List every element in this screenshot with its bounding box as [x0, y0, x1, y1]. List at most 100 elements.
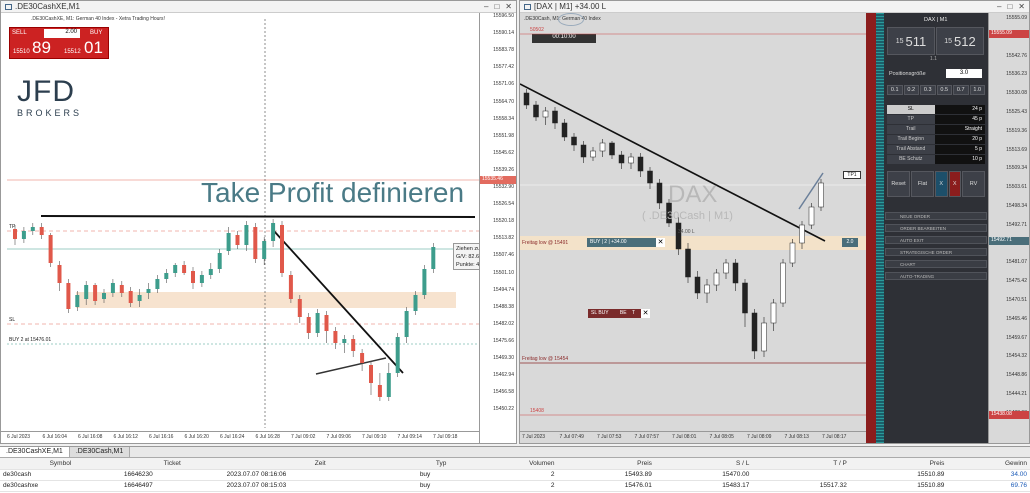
candle-body [119, 285, 124, 293]
position-box[interactable]: BUY | 2 | +34.00 [587, 238, 661, 247]
position-right-tag: 2.0 [842, 238, 858, 247]
chart-plot-win2 [520, 33, 866, 416]
table-cell: de30cashxe [0, 480, 121, 492]
column-header[interactable]: Gewinn [947, 458, 1030, 470]
column-header[interactable]: S / L [654, 458, 753, 470]
maximize-icon[interactable]: □ [494, 2, 499, 11]
param-value[interactable]: 10 p [934, 155, 985, 164]
y-tick-label: 15494.74 [493, 286, 514, 293]
column-header[interactable]: Ticket [120, 458, 224, 470]
candle-body [173, 265, 178, 273]
candle-body [628, 156, 634, 164]
lot-preset-button[interactable]: 0.3 [920, 85, 936, 95]
x-tick-label: 7 Jul 09:10 [362, 434, 387, 440]
panel-menu-item[interactable]: NEUE ORDER [885, 212, 987, 220]
t-button[interactable]: T [632, 310, 635, 316]
sl-box[interactable]: SL BUY BE T [588, 309, 646, 318]
maximize-icon[interactable]: □ [1007, 2, 1012, 11]
lot-preset-button[interactable]: 1.0 [969, 85, 985, 95]
ytag-blue: 15492.71 [989, 237, 1029, 245]
y-tick-label: 15498.34 [1006, 203, 1027, 209]
param-value[interactable]: 5 p [934, 145, 985, 154]
panel-menu-item[interactable]: CHART [885, 260, 987, 268]
minimize-icon[interactable]: – [997, 2, 1001, 11]
table-cell: 16646230 [120, 469, 224, 481]
param-value[interactable]: Straight [934, 125, 985, 134]
window-titlebar[interactable]: .DE30CashXE,M1 – □ ✕ [1, 1, 516, 13]
price-tag: 15535.46 [480, 176, 516, 184]
y-tick-label: 15520.18 [493, 218, 514, 225]
bid-button[interactable]: 15 511 [887, 27, 935, 55]
panel-action-button[interactable]: X [948, 171, 961, 197]
panel-action-button[interactable]: Reset [887, 171, 910, 197]
y-axis-win2[interactable]: 15555.0915549.0615542.7615536.2315530.08… [988, 13, 1029, 443]
be-button[interactable]: BE [620, 310, 627, 316]
table-cell: 16646497 [120, 480, 224, 492]
buy-line-label: BUY 2 at 15476.01 [9, 337, 52, 343]
column-header[interactable]: Preis [557, 458, 655, 470]
tab-de30cashxe[interactable]: .DE30CashXE,M1 [0, 447, 70, 457]
chart-canvas[interactable]: .DE30CashXE, M1: German 40 Index - Xetra… [1, 13, 516, 443]
table-cell: 34.00 [947, 469, 1030, 481]
table-cell: 15483.17 [654, 480, 753, 492]
lot-preset-button[interactable]: 0.5 [936, 85, 952, 95]
column-header[interactable]: Preis [849, 458, 948, 470]
panel-action-button[interactable]: X [935, 171, 948, 197]
x-tick-label: 7 Jul 08:13 [784, 434, 809, 440]
lot-preset-button[interactable]: 0.2 [903, 85, 919, 95]
panel-action-button[interactable]: RV [962, 171, 985, 197]
y-axis-win1[interactable]: 15596.50 15590.14 15583.78 15577.42 15571.06… [479, 13, 516, 443]
close-sl-icon[interactable]: ✕ [641, 309, 650, 318]
day-low-label: Freitag low @ 15491 [522, 240, 569, 246]
candle-body [280, 225, 284, 273]
x-tick-label: 7 Jul 07:57 [634, 434, 659, 440]
app-root: .DE30CashXE,M1 – □ ✕ .DE30CashXE, M1: Germ… [0, 0, 1030, 493]
ask-button[interactable]: 15 512 [936, 27, 984, 55]
tp-tag[interactable]: TP1 [843, 171, 861, 179]
close-position-icon[interactable]: ✕ [656, 238, 665, 247]
size-input[interactable]: 3.0 [946, 69, 982, 78]
column-header[interactable]: T / P [752, 458, 850, 470]
bid-big: 511 [905, 33, 927, 49]
candle-body [57, 265, 62, 283]
y-tick-label: 15596.50 [493, 13, 514, 19]
lot-preset-button[interactable]: 0.7 [953, 85, 969, 95]
candle-body [609, 142, 615, 156]
x-tick-label: 6 Jul 16:24 [220, 434, 245, 440]
panel-action-button[interactable]: Flat [911, 171, 934, 197]
candle-body [647, 170, 653, 184]
close-icon[interactable]: ✕ [1018, 2, 1025, 11]
param-value[interactable]: 20 p [934, 135, 985, 144]
param-value[interactable]: 24 p [934, 105, 985, 114]
watermark-dax: DAX [668, 181, 718, 208]
close-icon[interactable]: ✕ [505, 2, 512, 11]
panel-menu-item[interactable]: AUTO-TRADING [885, 272, 987, 280]
candle-body [808, 206, 815, 226]
panel-menu-item[interactable]: ORDER BEARBEITEN [885, 224, 987, 232]
panel-menu-item[interactable]: AUTO EXIT [885, 236, 987, 244]
minimize-icon[interactable]: – [484, 2, 488, 11]
candle-body [789, 242, 796, 264]
column-header[interactable]: Typ [416, 458, 466, 470]
column-header[interactable]: Zeit [223, 458, 417, 470]
tab-de30cash[interactable]: .DE30Cash,M1 [69, 447, 131, 457]
column-header[interactable]: Symbol [0, 458, 121, 470]
x-axis-win2: 7 Jul 2023 7 Jul 07:49 7 Jul 07:53 7 Jul 07… [520, 431, 866, 443]
table-row[interactable]: de30cash 16646230 2023.07.07 08:16:06 buy 2 1… [0, 469, 1030, 481]
x-tick-label: 6 Jul 2023 [7, 434, 31, 440]
y-tick-label: 15492.71 [1006, 221, 1027, 228]
table-row[interactable]: de30cashxe 16646497 2023.07.07 08:15:03 buy… [0, 480, 1030, 492]
chart-canvas[interactable]: .DE30Cash, M1: German 40 Index 00:10:00 … [520, 13, 1029, 443]
lot-preset-button[interactable]: 0.1 [887, 85, 903, 95]
take-profit-overlay: Take Profit definieren [201, 177, 465, 208]
x-tick-label: 7 Jul 2023 [522, 434, 546, 440]
candle-body [580, 144, 587, 158]
column-header[interactable]: Volumen [465, 458, 558, 470]
scale-bar-red [866, 13, 876, 443]
param-label: Trail [887, 125, 935, 134]
y-tick-label: 15564.70 [493, 98, 514, 105]
param-value[interactable]: 45 p [934, 115, 985, 124]
panel-menu-item[interactable]: STRATEGISCHE ORDER [885, 248, 987, 256]
window-titlebar[interactable]: [DAX | M1] +34.00 L – □ ✕ [520, 1, 1029, 13]
x-tick-label: 7 Jul 08:09 [747, 434, 772, 440]
